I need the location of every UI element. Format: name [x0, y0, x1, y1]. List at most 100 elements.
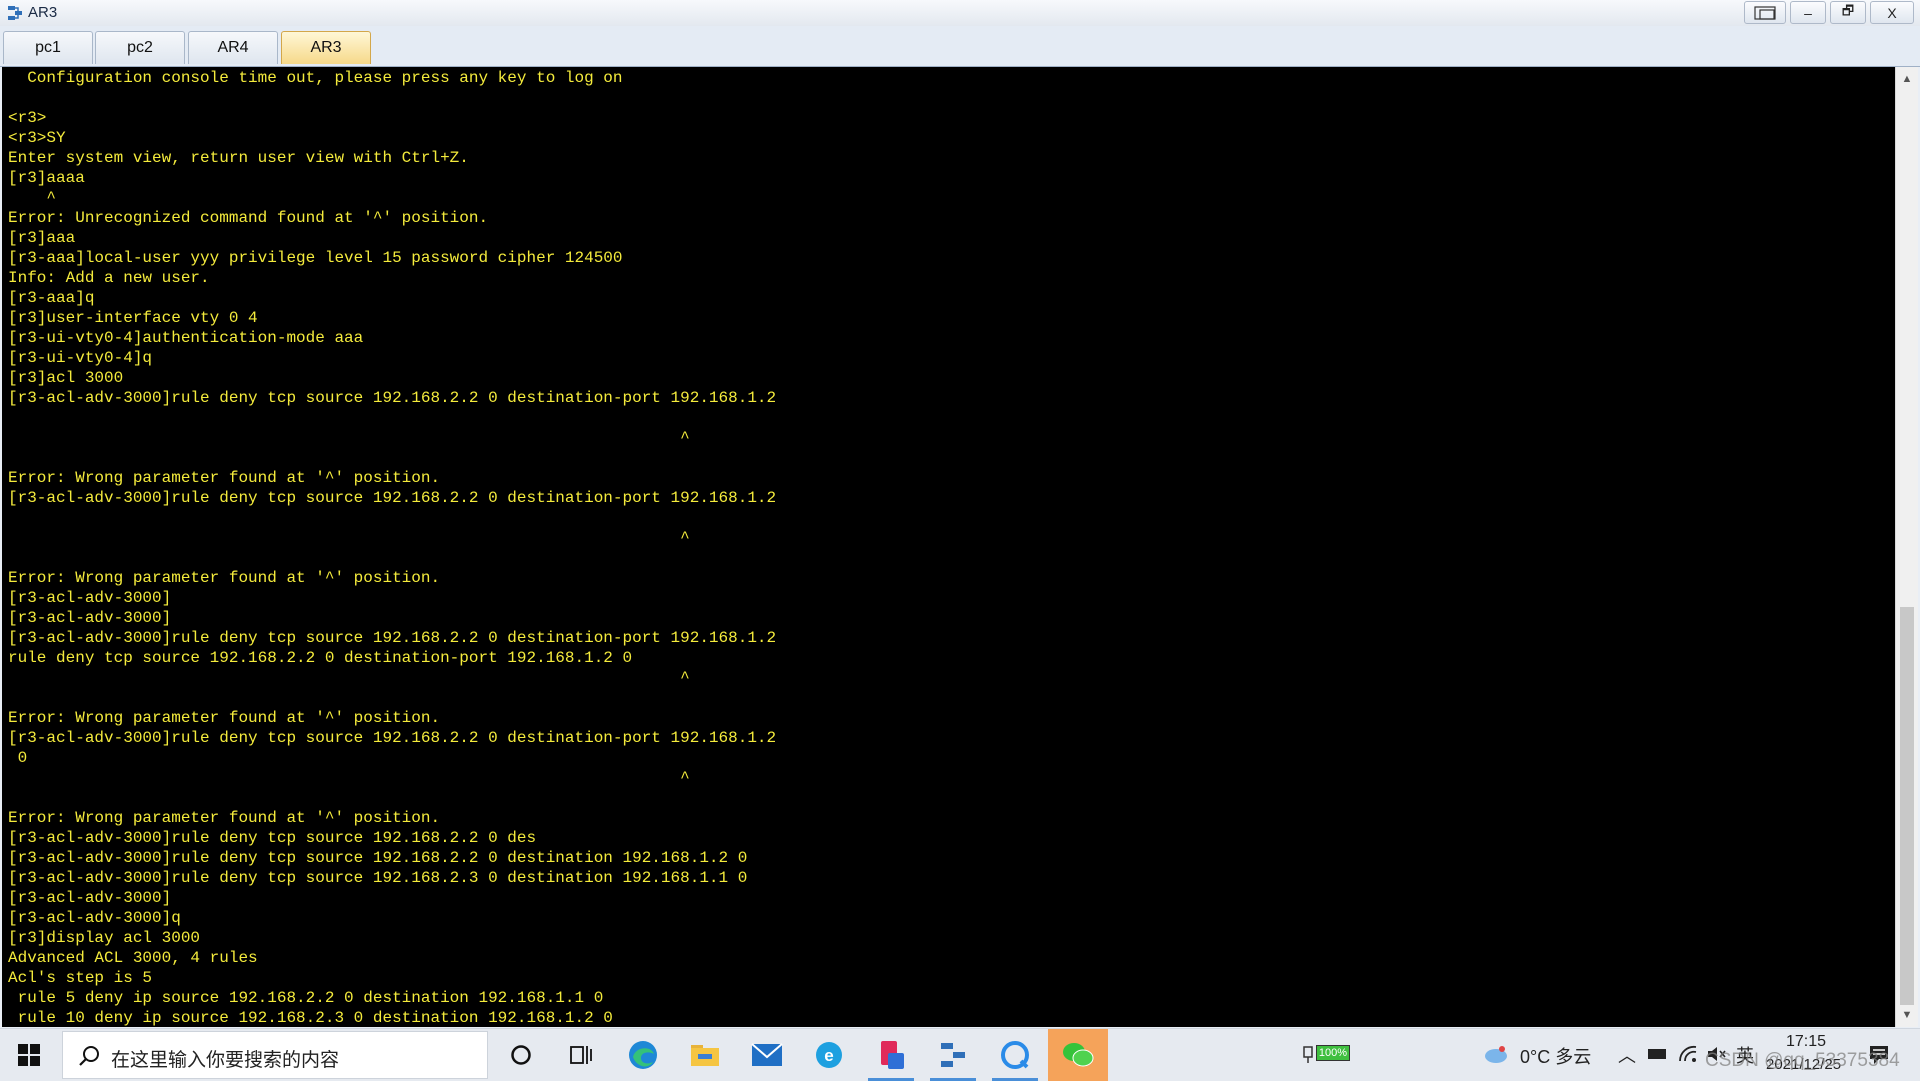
terminal-line: [r3]aaaa: [8, 169, 85, 187]
terminal-line: [r3-acl-adv-3000]rule deny tcp source 19…: [8, 629, 777, 647]
window-title: AR3: [28, 4, 58, 21]
terminal-console[interactable]: Configuration console time out, please p…: [2, 67, 1895, 1027]
tab-label: AR4: [217, 39, 249, 56]
qq-browser-button[interactable]: [986, 1029, 1044, 1081]
terminal-line: 0: [8, 749, 28, 767]
terminal-line: [r3-acl-adv-3000]rule deny tcp source 19…: [8, 489, 777, 507]
terminal-line: Error: Wrong parameter found at '^' posi…: [8, 709, 441, 727]
minimize-icon: –: [1804, 4, 1812, 21]
windows-icon: [1754, 5, 1776, 20]
terminal-line: ^: [8, 529, 690, 547]
ensp-icon: [941, 1043, 965, 1067]
mail-button[interactable]: [738, 1029, 796, 1081]
mail-icon: [751, 1043, 783, 1066]
terminal-line: [r3-acl-adv-3000]rule deny tcp source 19…: [8, 869, 748, 887]
tab-label: pc2: [127, 39, 153, 56]
svg-text:e: e: [824, 1046, 833, 1065]
ie-button[interactable]: e: [800, 1029, 858, 1081]
tab-label: pc1: [35, 39, 61, 56]
tab-pc2[interactable]: pc2: [95, 31, 185, 64]
terminal-line: [r3-acl-adv-3000]rule deny tcp source 19…: [8, 729, 777, 747]
close-button[interactable]: X: [1870, 1, 1914, 24]
terminal-line: [r3]display acl 3000: [8, 929, 201, 947]
terminal-line: [r3-acl-adv-3000]rule deny tcp source 19…: [8, 829, 537, 847]
minimize-button[interactable]: –: [1790, 1, 1826, 24]
terminal-line: ^: [8, 669, 690, 687]
terminal-line: Error: Wrong parameter found at '^' posi…: [8, 569, 441, 587]
terminal-line: [r3-acl-adv-3000]rule deny tcp source 19…: [8, 389, 777, 407]
qq-browser-icon: [1001, 1041, 1029, 1069]
title-bar[interactable]: AR3 – 🗗 X: [0, 0, 1920, 27]
file-explorer-icon: [691, 1045, 719, 1066]
file-explorer-button[interactable]: [676, 1029, 734, 1081]
terminal-line: [r3-ui-vty0-4]authentication-mode aaa: [8, 329, 364, 347]
tab-ar3[interactable]: AR3: [281, 31, 371, 64]
ensp-app-icon: [8, 6, 22, 20]
scroll-thumb[interactable]: [1900, 607, 1914, 1005]
task-view-button[interactable]: [552, 1029, 610, 1081]
terminal-line: Error: Wrong parameter found at '^' posi…: [8, 809, 441, 827]
terminal-line: rule 5 deny ip source 192.168.2.2 0 dest…: [8, 989, 604, 1007]
tab-ar4[interactable]: AR4: [188, 31, 278, 64]
csdn-watermark: CSDN @qq_53375384: [1705, 1050, 1900, 1071]
tab-bar: pc1 pc2 AR4 AR3: [0, 26, 1920, 67]
terminal-line: [r3]user-interface vty 0 4: [8, 309, 258, 327]
cortana-icon: [511, 1045, 531, 1065]
ensp-console-window: AR3 – 🗗 X pc1 pc2 AR4 AR3 Configuration …: [0, 0, 1920, 1028]
scroll-up-arrow-icon[interactable]: ▲: [1896, 69, 1918, 89]
battery-indicator[interactable]: 100%: [1302, 1043, 1354, 1065]
terminal-line: Advanced ACL 3000, 4 rules: [8, 949, 258, 967]
terminal-line: [r3]acl 3000: [8, 369, 124, 387]
terminal-line: Enter system view, return user view with…: [8, 149, 469, 167]
search-icon: [79, 1046, 99, 1066]
terminal-line: [r3-ui-vty0-4]q: [8, 349, 153, 367]
terminal-line: Error: Unrecognized command found at '^'…: [8, 209, 489, 227]
terminal-line: rule 10 deny ip source 192.168.2.3 0 des…: [8, 1009, 613, 1027]
terminal-line: [r3-acl-adv-3000]: [8, 609, 172, 627]
maximize-button[interactable]: 🗗: [1830, 1, 1866, 24]
restore-layout-button[interactable]: [1744, 1, 1786, 24]
tab-label: AR3: [310, 39, 342, 56]
weather-cloud-icon: [1485, 1046, 1507, 1063]
battery-percent: 100%: [1318, 1047, 1348, 1059]
app-button[interactable]: [862, 1029, 920, 1081]
battery-icon: 100%: [1316, 1045, 1350, 1061]
weather-label[interactable]: 0°C 多云: [1520, 1043, 1591, 1069]
wifi-icon[interactable]: [1678, 1045, 1698, 1063]
start-button[interactable]: [0, 1029, 58, 1081]
terminal-line: ^: [8, 769, 690, 787]
maximize-icon: 🗗: [1841, 2, 1855, 18]
windows-taskbar: 在这里输入你要搜索的内容 e 100% 0°C 多云 ︿ 英 17:15 202…: [0, 1028, 1920, 1081]
terminal-line: [r3-acl-adv-3000]q: [8, 909, 181, 927]
terminal-line: [r3-acl-adv-3000]rule deny tcp source 19…: [8, 849, 748, 867]
windows-start-icon: [18, 1044, 40, 1066]
terminal-scrollbar[interactable]: ▲ ▼: [1895, 67, 1918, 1027]
edge-button[interactable]: [614, 1029, 672, 1081]
terminal-line: [r3-acl-adv-3000]: [8, 889, 172, 907]
terminal-line: [r3-acl-adv-3000]: [8, 589, 172, 607]
wechat-button[interactable]: [1048, 1029, 1108, 1081]
search-placeholder: 在这里输入你要搜索的内容: [111, 1050, 340, 1071]
cortana-button[interactable]: [492, 1029, 550, 1081]
terminal-line: [r3-aaa]q: [8, 289, 95, 307]
terminal-line: Acl's step is 5: [8, 969, 153, 987]
ie-icon: e: [816, 1042, 842, 1068]
scroll-down-arrow-icon[interactable]: ▼: [1896, 1005, 1918, 1025]
chevron-up-icon[interactable]: ︿: [1618, 1042, 1636, 1068]
task-view-icon: [570, 1046, 592, 1064]
terminal-line: ^: [8, 429, 690, 447]
terminal-line: Info: Add a new user.: [8, 269, 210, 287]
terminal-line: Configuration console time out, please p…: [8, 69, 623, 87]
plug-icon: [1303, 1046, 1313, 1063]
terminal-line: rule deny tcp source 192.168.2.2 0 desti…: [8, 649, 633, 667]
terminal-line: [r3]aaa: [8, 229, 76, 247]
tab-pc1[interactable]: pc1: [3, 31, 93, 64]
terminal-line: [r3-aaa]local-user yyy privilege level 1…: [8, 249, 623, 267]
clock-time[interactable]: 17:15: [1786, 1033, 1826, 1051]
network-device-icon[interactable]: [1647, 1046, 1667, 1062]
edge-icon: [629, 1041, 657, 1069]
terminal-line: ^: [8, 189, 57, 207]
app-icon: [881, 1041, 904, 1069]
taskbar-search-box[interactable]: 在这里输入你要搜索的内容: [62, 1031, 488, 1079]
ensp-button[interactable]: [924, 1029, 982, 1081]
